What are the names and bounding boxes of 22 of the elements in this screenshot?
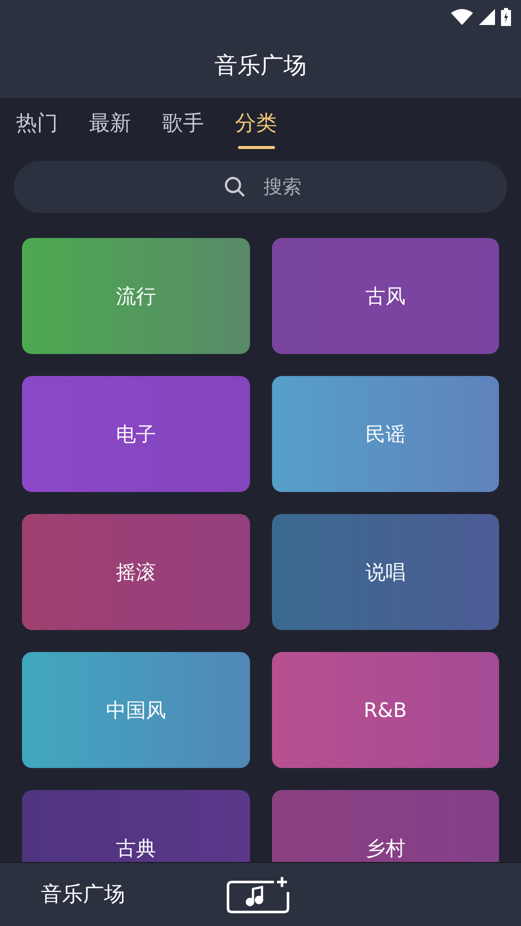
tab[interactable]: 歌手: [162, 108, 204, 150]
category-card[interactable]: 古风: [272, 238, 499, 354]
page-title: 音乐广场: [214, 52, 306, 81]
category-card[interactable]: 古典: [22, 790, 250, 862]
category-card[interactable]: 说唱: [272, 514, 499, 630]
category-card[interactable]: 流行: [22, 238, 250, 354]
add-music-icon[interactable]: [226, 876, 290, 914]
tab[interactable]: 分类: [235, 108, 277, 150]
category-card[interactable]: 摇滚: [22, 514, 250, 630]
wifi-icon: [451, 9, 473, 25]
tab[interactable]: 最新: [89, 108, 131, 150]
signal-icon: [479, 9, 495, 25]
category-card[interactable]: R&B: [272, 652, 499, 768]
battery-icon: [501, 8, 511, 26]
category-card[interactable]: 电子: [22, 376, 250, 492]
category-card[interactable]: 乡村: [272, 790, 499, 862]
search-field[interactable]: 搜索: [14, 161, 507, 213]
tab[interactable]: 热门: [16, 108, 58, 150]
category-card[interactable]: 民谣: [272, 376, 499, 492]
search-icon: [224, 176, 246, 198]
tab-indicator: [238, 146, 274, 148]
nav-label[interactable]: 音乐广场: [41, 878, 181, 910]
